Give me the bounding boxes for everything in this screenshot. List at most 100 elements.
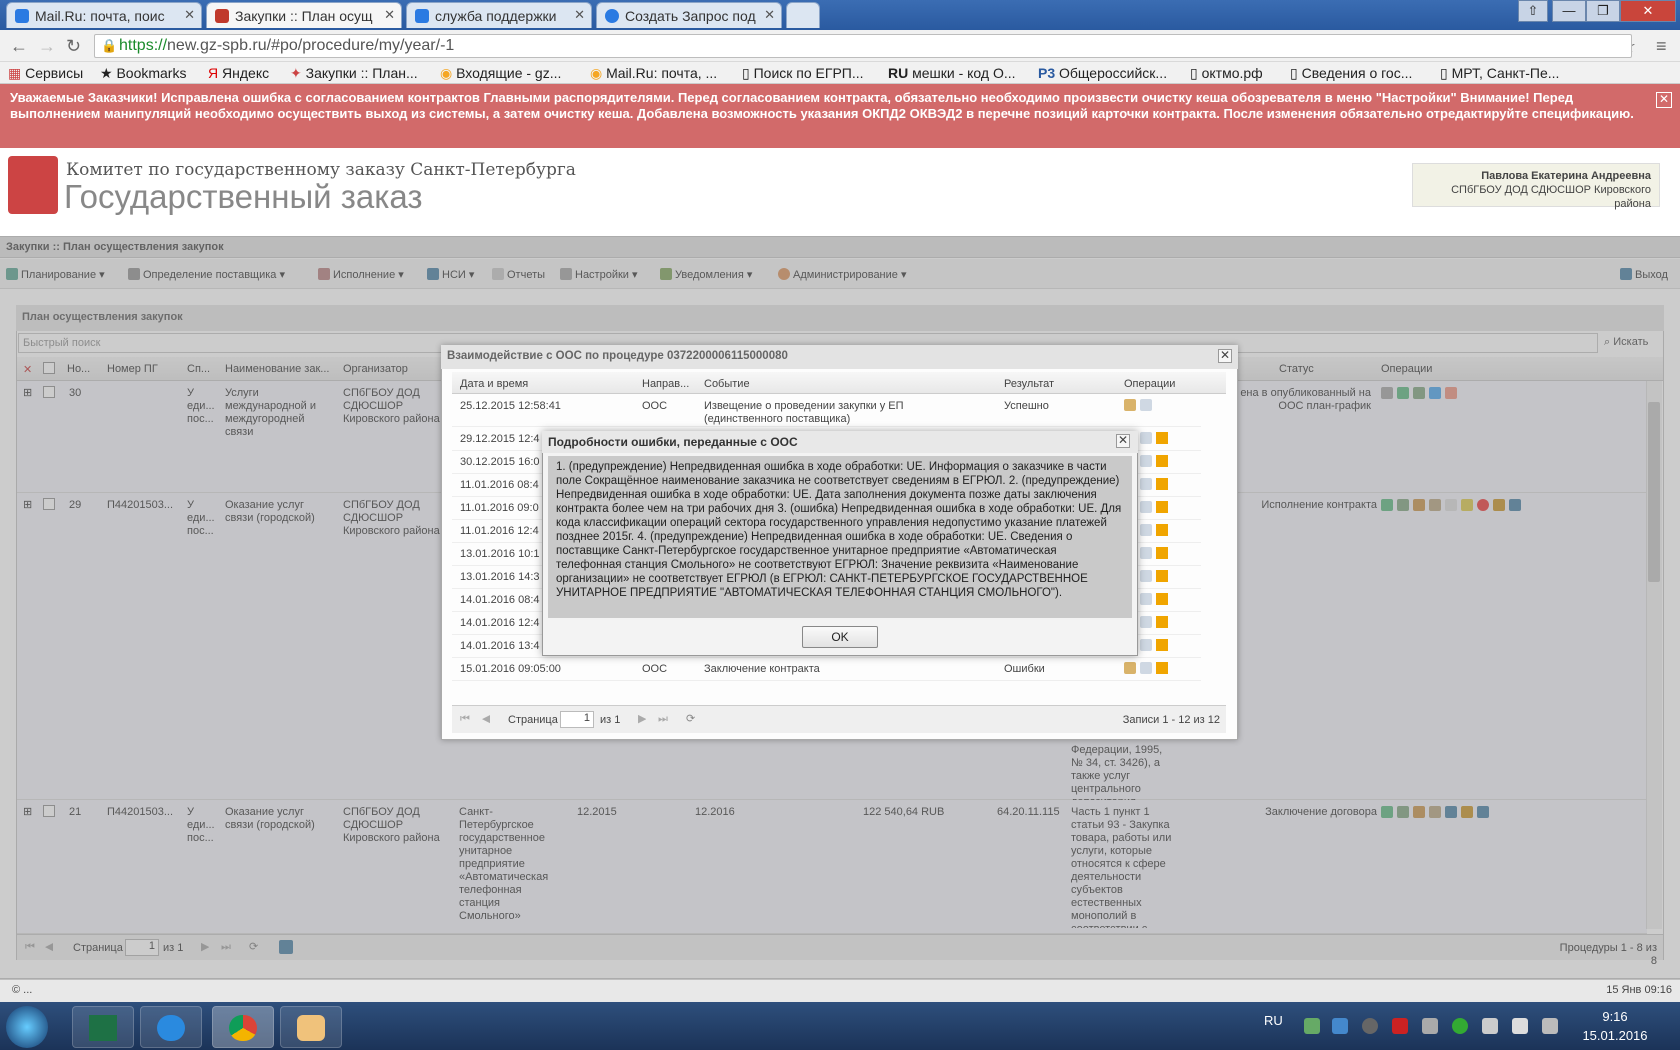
close-icon[interactable]: ✕	[1116, 434, 1130, 448]
col-result[interactable]: Результат	[1004, 378, 1104, 390]
document-icon[interactable]	[1140, 616, 1152, 628]
excel-taskbar-icon[interactable]	[72, 1006, 134, 1048]
clock-date[interactable]: 15.01.2016	[1576, 1029, 1654, 1042]
bookmark-inbox[interactable]: ◉ Входящие - gz...	[440, 65, 561, 82]
warning-icon[interactable]	[1156, 455, 1168, 467]
package-icon[interactable]	[1124, 399, 1136, 411]
warning-icon[interactable]	[1156, 662, 1168, 674]
bookmark-services[interactable]: ▦ Сервисы	[8, 65, 83, 82]
bookmark-yandex[interactable]: Я Яндекс	[208, 65, 269, 81]
page-input[interactable]: 1	[560, 711, 594, 728]
ok-button[interactable]: OK	[802, 626, 878, 648]
browser-tab-request[interactable]: Создать Запрос под ✕	[596, 2, 782, 28]
page-icon: ▯	[1290, 65, 1298, 81]
browser-tab-zakupki[interactable]: Закупки :: План осущ ✕	[206, 2, 402, 28]
address-bar[interactable]: 🔒 https://new.gz-spb.ru/#po/procedure/my…	[94, 34, 1632, 58]
document-icon[interactable]	[1140, 639, 1152, 651]
document-icon[interactable]	[1140, 547, 1152, 559]
refresh-icon[interactable]: ⟳	[686, 713, 695, 726]
menu-icon[interactable]: ≡	[1656, 36, 1667, 57]
minimize-button[interactable]: —	[1552, 0, 1586, 22]
reload-icon[interactable]: ↻	[66, 36, 81, 57]
document-icon[interactable]	[1140, 501, 1152, 513]
col-event[interactable]: Событие	[704, 378, 904, 390]
warning-icon[interactable]	[1156, 593, 1168, 605]
document-icon[interactable]	[1140, 570, 1152, 582]
alert-close-icon[interactable]: ✕	[1656, 92, 1672, 108]
browser-tab-mail[interactable]: Mail.Ru: почта, поис ✕	[6, 2, 202, 28]
warning-icon[interactable]	[1156, 524, 1168, 536]
user-name: Павлова Екатерина Андреевна	[1481, 170, 1651, 182]
warning-icon[interactable]	[1156, 570, 1168, 582]
last-page-icon[interactable]: ⏭	[658, 713, 668, 726]
warning-icon[interactable]	[1156, 547, 1168, 559]
clock-time[interactable]: 9:16	[1580, 1010, 1650, 1023]
bookmark-egrp[interactable]: ▯ Поиск по ЕГРП...	[742, 65, 864, 82]
document-icon[interactable]	[1140, 455, 1152, 467]
volume-tray-icon[interactable]	[1512, 1018, 1528, 1034]
page-icon: ▯	[1190, 65, 1198, 81]
first-page-icon[interactable]: ⏮	[460, 713, 470, 726]
next-page-icon[interactable]: ▶	[638, 713, 646, 726]
document-icon[interactable]	[1140, 524, 1152, 536]
close-icon[interactable]: ✕	[184, 7, 195, 23]
browser-tab-support[interactable]: служба поддержки ✕	[406, 2, 592, 28]
tab-label: служба поддержки	[435, 8, 557, 24]
bookmark-zakupki[interactable]: ✦ Закупки :: План...	[290, 65, 418, 82]
row-date: 30.12.2015 16:0	[460, 456, 540, 468]
sync-tray-icon[interactable]	[1452, 1018, 1468, 1034]
bookmark-meshki[interactable]: RU мешки - код О...	[888, 65, 1016, 81]
tray-icon[interactable]	[1362, 1018, 1378, 1034]
close-icon[interactable]: ✕	[1218, 349, 1232, 363]
bookmark-mrt[interactable]: ▯ МРТ, Санкт-Пе...	[1440, 65, 1559, 82]
bookmark-okpd[interactable]: Р3 Общероссийск...	[1038, 65, 1167, 81]
document-icon[interactable]	[1140, 432, 1152, 444]
document-icon[interactable]	[1140, 399, 1152, 411]
chrome-taskbar-icon[interactable]	[212, 1006, 274, 1048]
back-icon[interactable]: ←	[10, 36, 28, 57]
ie-taskbar-icon[interactable]	[140, 1006, 202, 1048]
battery-tray-icon[interactable]	[1542, 1018, 1558, 1034]
bookmark-oktmo[interactable]: ▯ октмо.рф	[1190, 65, 1263, 82]
new-tab-button[interactable]	[786, 2, 820, 28]
row-result: Ошибки	[1004, 663, 1045, 675]
antivirus-tray-icon[interactable]	[1392, 1018, 1408, 1034]
warning-icon[interactable]	[1156, 501, 1168, 513]
prev-page-icon[interactable]: ◀	[482, 713, 490, 726]
row-date: 14.01.2016 13:4	[460, 640, 540, 652]
warning-icon[interactable]	[1156, 478, 1168, 490]
user-icon[interactable]: ⇧	[1518, 0, 1548, 22]
tray-icon[interactable]	[1422, 1018, 1438, 1034]
start-button[interactable]	[6, 1006, 48, 1048]
error-message: 1. (предупреждение) Непредвиденная ошибк…	[548, 456, 1132, 618]
maximize-button[interactable]: ❐	[1586, 0, 1620, 22]
ru-icon: RU	[888, 65, 909, 81]
network-tray-icon[interactable]	[1482, 1018, 1498, 1034]
language-indicator[interactable]: RU	[1264, 1014, 1283, 1027]
warning-icon[interactable]	[1156, 639, 1168, 651]
close-icon[interactable]: ✕	[764, 7, 775, 23]
warning-icon[interactable]	[1156, 432, 1168, 444]
bookmark-svedeniya[interactable]: ▯ Сведения о гос...	[1290, 65, 1412, 82]
bookmark-mailru[interactable]: ◉ Mail.Ru: почта, ...	[590, 65, 717, 82]
document-icon[interactable]	[1140, 662, 1152, 674]
paint-taskbar-icon[interactable]	[280, 1006, 342, 1048]
package-icon[interactable]	[1124, 662, 1136, 674]
document-icon[interactable]	[1140, 593, 1152, 605]
org-name: Комитет по государственному заказу Санкт…	[66, 160, 576, 180]
close-window-button[interactable]: ✕	[1620, 0, 1676, 22]
display-tray-icon[interactable]	[1332, 1018, 1348, 1034]
col-direction[interactable]: Направ...	[642, 378, 692, 390]
network-tray-icon[interactable]	[1304, 1018, 1320, 1034]
bookmark-bookmarks[interactable]: ★ Bookmarks	[100, 65, 186, 82]
document-icon[interactable]	[1140, 478, 1152, 490]
close-icon[interactable]: ✕	[384, 7, 395, 23]
zakupki-icon: ✦	[290, 65, 302, 81]
dialog-row[interactable]: 25.12.2015 12:58:41 ООС Извещение о провед…	[452, 395, 1201, 427]
row-date: 13.01.2016 10:1	[460, 548, 540, 560]
dialog-row[interactable]: 15.01.2016 09:05:00 ООС Заключение контрак…	[452, 658, 1201, 681]
warning-icon[interactable]	[1156, 616, 1168, 628]
col-date[interactable]: Дата и время	[460, 378, 610, 390]
close-icon[interactable]: ✕	[574, 7, 585, 23]
forward-icon[interactable]: →	[38, 36, 56, 57]
